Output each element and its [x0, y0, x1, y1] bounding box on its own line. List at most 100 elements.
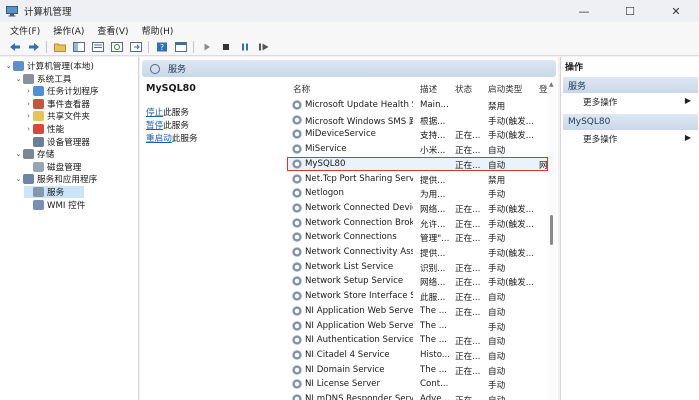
service-startup-type: 自动 [488, 293, 506, 304]
start-service-icon[interactable] [200, 41, 213, 53]
table-row[interactable]: Network List Service 识别... 正在... 手动 [287, 260, 548, 275]
table-row[interactable]: Network Connections 管理"... 正在... 手动 [287, 230, 548, 245]
tree-item[interactable]: › 共享文件夹 [24, 110, 90, 122]
console-tree: ⌄ 计算机管理(本地) ⌄ 系统工具 › 任务计划程序 › 事件查看器 › 共享文件夹 › 性能 设备管… [0, 57, 139, 400]
more-actions-arrow-icon[interactable]: ▶ [685, 96, 691, 105]
table-row[interactable]: Network Store Interface Se... 此服... 正在... 自… [287, 289, 548, 304]
restart-service-icon[interactable] [257, 41, 270, 53]
up-folder-icon[interactable] [53, 41, 66, 53]
service-startup-type: 手动(触发... [488, 278, 534, 289]
column-name[interactable]: 名称 [293, 83, 401, 95]
table-row[interactable]: NI License Server Cont... 手动 [287, 377, 548, 392]
table-row[interactable]: Net.Tcp Port Sharing Service 提供... 禁用 [287, 172, 548, 187]
service-startup-type: 手动 [488, 381, 506, 392]
service-status: 正在... [455, 293, 481, 304]
tree-item[interactable]: 设备管理器 [24, 136, 90, 148]
column-startup-type[interactable]: 启动类型 [488, 83, 536, 95]
table-row[interactable]: NI Citadel 4 Service Histo... 正在... 自动 [287, 348, 548, 363]
device-icon [33, 136, 44, 147]
column-logon[interactable]: 登 [539, 83, 548, 95]
service-status: 正在... [455, 337, 481, 348]
scroll-up-icon[interactable]: ▲ [549, 81, 554, 88]
forward-arrow-icon[interactable] [27, 41, 40, 53]
collapse-chevron-icon[interactable]: ⌄ [4, 62, 13, 70]
service-description: 管理"... [420, 234, 450, 245]
table-row[interactable]: Network Connectivity Assis... 提供... 手动(触发.… [287, 245, 548, 260]
stop-service-icon[interactable] [219, 41, 232, 53]
more-actions-services[interactable]: 更多操作 [583, 96, 617, 108]
service-description: Cont... [420, 379, 449, 390]
service-description: 为用... [420, 190, 446, 201]
table-row[interactable]: Network Connection Broker 允许... 正在... 手动(触发… [287, 216, 548, 231]
service-status: 正在... [455, 219, 481, 230]
menu-help[interactable]: 帮助(H) [142, 24, 174, 37]
tree-item[interactable]: › 任务计划程序 [24, 85, 99, 97]
table-row[interactable]: Netlogon 为用... 手动 [287, 186, 548, 201]
table-row[interactable]: MiService 小米... 正在... 自动 [287, 142, 548, 157]
menu-action[interactable]: 操作(A) [53, 24, 84, 37]
pause-service-icon[interactable] [238, 41, 251, 53]
menu-view[interactable]: 查看(V) [97, 24, 128, 37]
table-row[interactable]: NI Domain Service The ... 正在... 自动 [287, 363, 548, 378]
tree-item[interactable]: WMI 控件 [24, 199, 85, 211]
table-row[interactable]: NI Application Web Server ... The ... 手动 [287, 319, 548, 334]
wmi-icon [33, 199, 44, 210]
help-icon[interactable]: ? [155, 41, 168, 53]
service-status: 正在... [455, 351, 481, 362]
show-hide-tree-icon[interactable] [72, 41, 85, 53]
table-row[interactable]: NI Application Web Server The ... 正在... 自动 [287, 304, 548, 319]
export-list-icon[interactable] [129, 41, 142, 53]
stop-service-link[interactable]: 停止 [146, 108, 163, 118]
service-gear-icon [292, 320, 302, 331]
service-gear-icon [292, 335, 302, 346]
table-row[interactable]: Network Connected Devic... 网络... 正在... 手动(触… [287, 201, 548, 216]
collapse-chevron-icon[interactable]: ⌄ [14, 150, 23, 158]
scrollbar-thumb[interactable] [550, 215, 553, 245]
service-status: 正在... [455, 234, 481, 245]
expand-chevron-icon[interactable]: › [24, 125, 33, 133]
table-row[interactable]: Microsoft Windows SMS 路... 根据... 手动(触发... [287, 113, 548, 128]
column-description[interactable]: 描述 [420, 83, 450, 95]
menu-bar: 文件(F) 操作(A) 查看(V) 帮助(H) [0, 22, 699, 38]
service-gear-icon [292, 394, 302, 400]
tree-item[interactable]: 磁盘管理 [24, 161, 81, 173]
pause-service-link[interactable]: 暂停 [146, 121, 163, 131]
close-button[interactable]: ✕ [653, 0, 699, 22]
menu-file[interactable]: 文件(F) [10, 24, 40, 37]
more-actions-arrow-icon[interactable]: ▶ [685, 133, 691, 142]
tree-item[interactable]: ⌄ 服务和应用程序 [14, 173, 97, 185]
tree-item[interactable]: › 性能 [24, 123, 64, 135]
table-row[interactable]: NI mDNS Responder Servi... Adve... 正在...自动 [287, 392, 548, 400]
collapse-chevron-icon[interactable]: ⌄ [14, 75, 23, 83]
service-name: NI Application Web Server [305, 305, 413, 316]
expand-chevron-icon[interactable]: › [24, 100, 33, 108]
tree-item[interactable]: ⌄ 计算机管理(本地) [4, 60, 94, 72]
table-row[interactable]: Network Setup Service 网络... 正在... 手动(触发... [287, 274, 548, 289]
console-icon[interactable] [174, 41, 187, 53]
more-actions-mysql80[interactable]: 更多操作 [583, 133, 617, 145]
tree-item[interactable]: › 事件查看器 [24, 98, 90, 110]
collapse-chevron-icon[interactable]: ⌄ [14, 175, 23, 183]
table-row[interactable]: Microsoft Update Health S... Main... 禁用 [287, 98, 548, 113]
minimize-button[interactable]: — [561, 0, 607, 22]
tree-item-label: 存储 [37, 150, 55, 161]
table-row[interactable]: MiDeviceService 支持... 正在... 手动(触发... [287, 127, 548, 142]
tree-item[interactable]: 服务 [24, 186, 84, 198]
refresh-icon[interactable] [110, 41, 123, 53]
restart-service-link[interactable]: 重启动 [146, 134, 172, 144]
back-arrow-icon[interactable] [8, 41, 21, 53]
tree-item-label: 系统工具 [37, 74, 72, 85]
actions-section-mysql80[interactable]: MySQL80 [563, 114, 698, 130]
properties-icon[interactable] [91, 41, 104, 53]
expand-chevron-icon[interactable]: › [24, 87, 33, 95]
table-row[interactable]: NI Authentication Service The ... 正在... 自动 [287, 333, 548, 348]
expand-chevron-icon[interactable]: › [24, 112, 33, 120]
tree-item[interactable]: ⌄ 系统工具 [14, 73, 71, 85]
table-row[interactable]: MySQL80 正在... 自动 网 [287, 156, 548, 172]
vertical-scrollbar[interactable]: ▲ [548, 81, 556, 400]
tree-item[interactable]: ⌄ 存储 [14, 148, 54, 160]
maximize-button[interactable]: ☐ [607, 0, 653, 22]
service-name: MiDeviceService [305, 129, 376, 140]
column-status[interactable]: 状态 [455, 83, 485, 95]
actions-section-services[interactable]: 服务 [563, 77, 698, 93]
